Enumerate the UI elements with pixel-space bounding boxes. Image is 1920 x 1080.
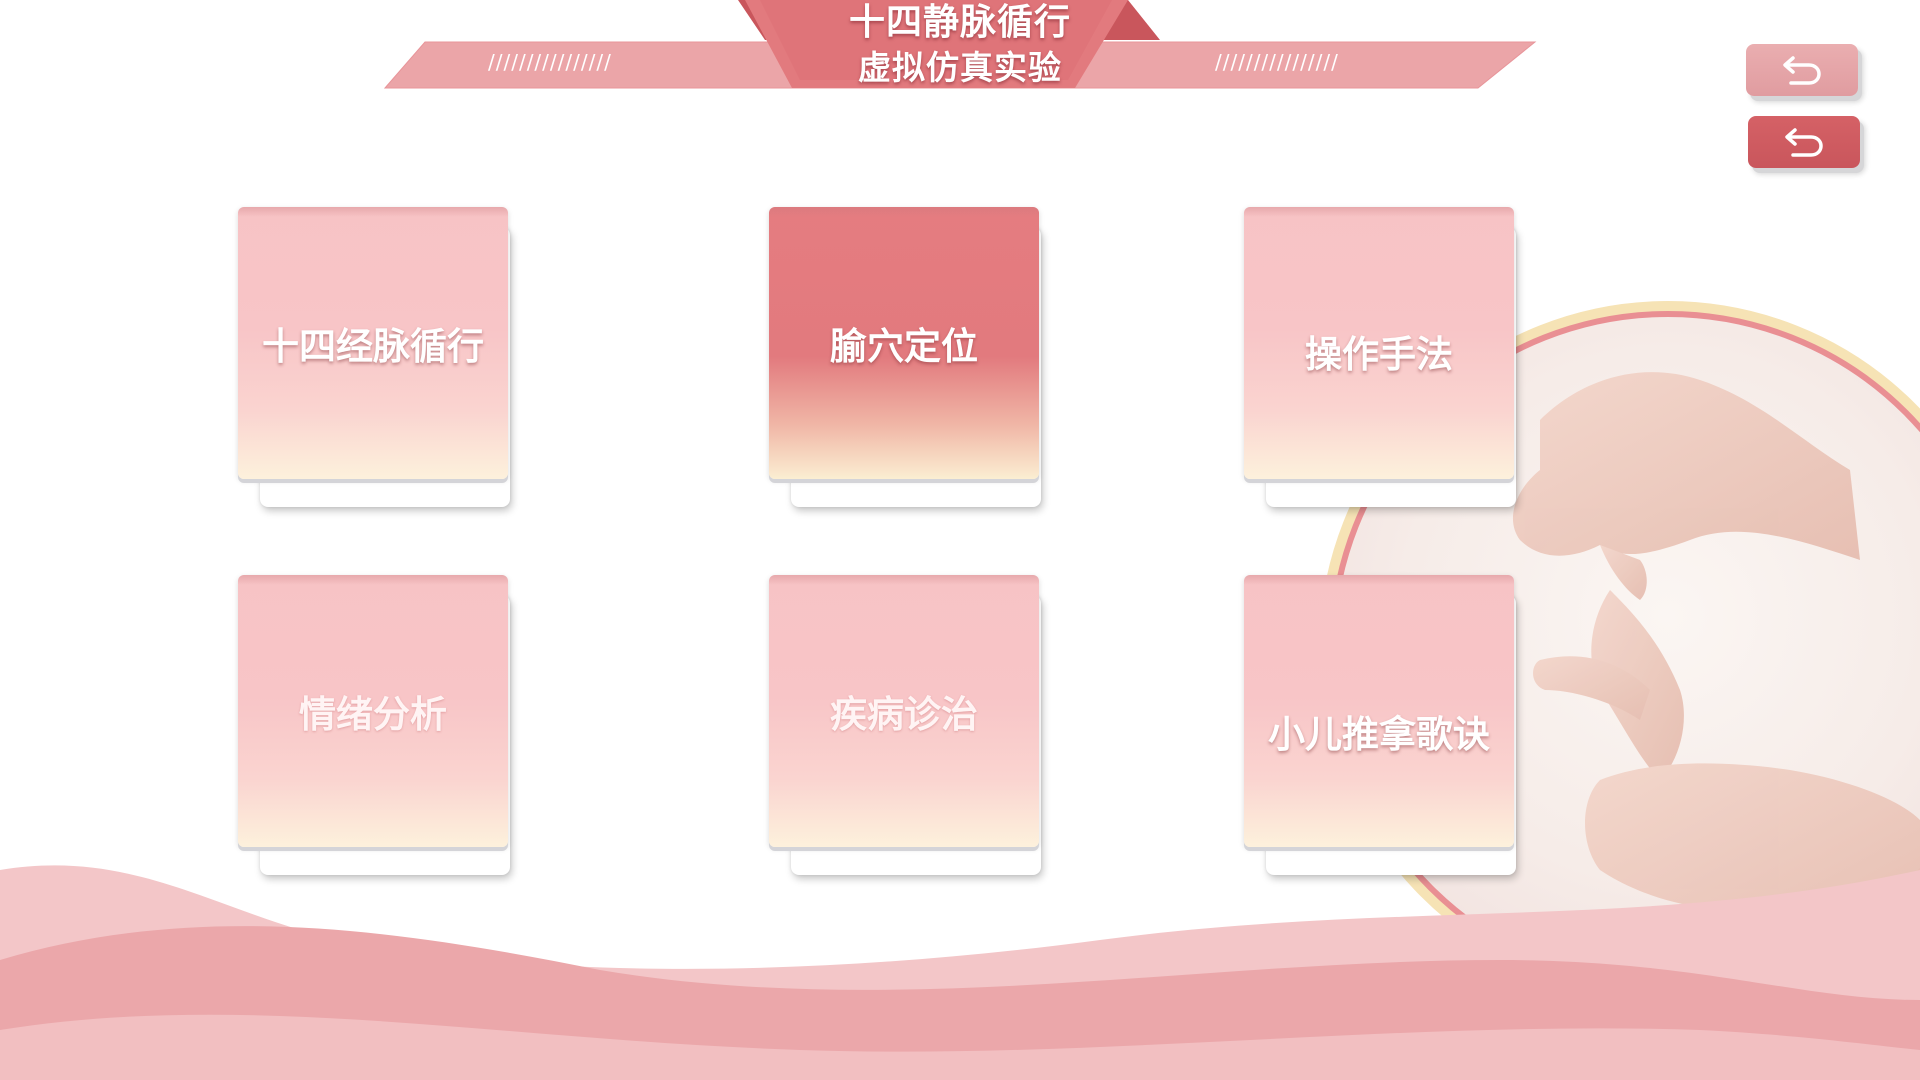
card-face: 操作手法 [1244, 207, 1514, 479]
menu-card-emotion-analysis[interactable]: 情绪分析 [238, 575, 510, 875]
card-face: 十四经脉循行 [238, 207, 508, 479]
menu-card-label: 腧穴定位 [830, 325, 978, 368]
page-title: 十四静脉循行 [848, 2, 1071, 43]
menu-card-pediatric-massage-rhymes[interactable]: 小儿推拿歌诀 [1244, 575, 1516, 875]
title-banner: //////////////// //////////////// 十四静脉循行… [0, 0, 1920, 100]
card-face: 情绪分析 [238, 575, 508, 847]
menu-card-meridian-circulation[interactable]: 十四经脉循行 [238, 207, 510, 507]
menu-card-label: 十四经脉循行 [262, 325, 484, 368]
menu-card-label: 情绪分析 [299, 693, 447, 736]
undo-arrow-icon [1783, 56, 1821, 85]
background-decoration [0, 301, 1920, 1080]
menu-card-manipulation[interactable]: 操作手法 [1244, 207, 1516, 507]
menu-card-label: 操作手法 [1305, 333, 1453, 376]
menu-card-label: 疾病诊治 [830, 693, 978, 736]
menu-card-disease-treatment[interactable]: 疾病诊治 [769, 575, 1041, 875]
page-subtitle: 虚拟仿真实验 [858, 48, 1062, 87]
menu-card-label: 小儿推拿歌诀 [1268, 713, 1490, 756]
card-face: 疾病诊治 [769, 575, 1039, 847]
card-face: 小儿推拿歌诀 [1244, 575, 1514, 847]
exit-button[interactable] [1748, 116, 1860, 168]
undo-arrow-icon [1785, 128, 1823, 157]
menu-card-acupoint-location[interactable]: 腧穴定位 [769, 207, 1041, 507]
back-button[interactable] [1746, 44, 1858, 96]
card-face: 腧穴定位 [769, 207, 1039, 479]
